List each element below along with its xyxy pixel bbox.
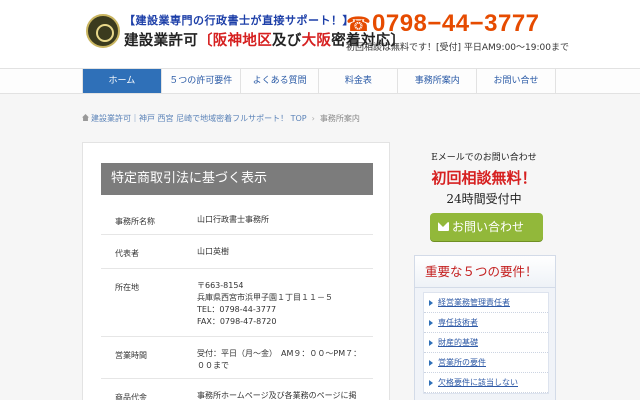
breadcrumb-separator: › — [311, 114, 315, 123]
section-title: 特定商取引法に基づく表示 — [101, 163, 373, 195]
row-label: 営業時間 — [115, 351, 147, 360]
chevron-right-icon — [429, 320, 433, 326]
breadcrumb-home-link[interactable]: 建設業許可｜神戸 西宮 尼崎で地域密着フルサポート！ TOP — [91, 114, 307, 123]
main-content: 特定商取引法に基づく表示 事務所名称 山口行政書士事務所 代表者 山口英樹 所在… — [82, 142, 390, 400]
sidebar-hours-label: 24時間受付中 — [446, 192, 522, 206]
chevron-right-icon — [429, 300, 433, 306]
table-row: 所在地 〒663-8154 兵庫県西宮市浜甲子園１丁目１１－５ TEL：0798… — [101, 269, 373, 337]
chevron-right-icon — [429, 360, 433, 366]
sidebar-free-label: 初回相談無料！ — [431, 169, 537, 187]
requirements-title: 重要な５つの要件！ — [415, 256, 555, 288]
requirement-link[interactable]: 欠格要件に該当しない — [424, 373, 548, 393]
header-tel-note: 初回相談は無料です！[受付] 平日AM9:00～19:00まで — [346, 43, 569, 53]
requirements-list: 経営業務管理責任者 専任技術者 財産的基礎 営業所の要件 欠格要件に該当しない — [423, 292, 549, 394]
requirement-label: 財産的基礎 — [438, 338, 478, 347]
phone-icon: ☎ — [346, 12, 371, 36]
row-value: 山口英樹 — [197, 246, 229, 258]
page: 【建設業専門の行政書士が直接サポート！】 建設業許可〔阪神地区及び大阪密着対応〕… — [0, 0, 640, 400]
row-value-line: 兵庫県西宮市浜甲子園１丁目１１－５ — [197, 293, 333, 302]
requirement-label: 専任技術者 — [438, 318, 478, 327]
mail-icon — [438, 222, 449, 231]
nav-item-contact[interactable]: お問い合せ — [477, 69, 556, 93]
row-value-line: TEL：0798-44-3777 — [197, 305, 277, 314]
info-table: 事務所名称 山口行政書士事務所 代表者 山口英樹 所在地 〒663-8154 兵… — [101, 205, 373, 400]
table-row: 営業時間 受付：平日（月～金） AM９：００～PM７： ００まで — [101, 337, 373, 379]
row-value-line: 〒663-8154 — [197, 281, 244, 290]
logo-emblem-icon[interactable] — [86, 14, 120, 48]
requirement-link[interactable]: 専任技術者 — [424, 313, 548, 333]
nav-item-office[interactable]: 事務所案内 — [398, 69, 478, 93]
nav-item-home[interactable]: ホーム — [82, 69, 162, 93]
nav-item-requirements[interactable]: ５つの許可要件 — [162, 69, 241, 93]
row-value-line: 事務所ホームページ及び各業務のページに掲 — [197, 391, 357, 400]
table-row: 商品代金 事務所ホームページ及び各業務のページに掲 — [101, 379, 373, 400]
requirement-link[interactable]: 財産的基礎 — [424, 333, 548, 353]
requirement-link[interactable]: 経営業務管理責任者 — [424, 293, 548, 313]
row-label: 所在地 — [115, 283, 139, 292]
requirements-box: 重要な５つの要件！ 経営業務管理責任者 専任技術者 財産的基礎 営業所の要件 欠… — [414, 255, 556, 400]
row-value-line: ００まで — [197, 361, 229, 370]
row-value-line: 受付：平日（月～金） AM９：００～PM７： — [197, 349, 362, 358]
chevron-right-icon — [429, 340, 433, 346]
breadcrumb: 建設業許可｜神戸 西宮 尼崎で地域密着フルサポート！ TOP › 事務所案内 — [82, 113, 360, 124]
table-row: 代表者 山口英樹 — [101, 235, 373, 269]
chevron-right-icon — [429, 380, 433, 386]
row-value: 受付：平日（月～金） AM９：００～PM７： ００まで — [197, 348, 361, 372]
site-title-highlight-1: 〔阪神地区 — [198, 33, 272, 49]
site-title-highlight-2: 大阪 — [301, 33, 332, 49]
requirement-link[interactable]: 営業所の要件 — [424, 353, 548, 373]
global-nav: ホーム ５つの許可要件 よくある質問 料金表 事務所案内 お問い合せ — [0, 68, 640, 94]
row-value: 山口行政書士事務所 — [197, 214, 269, 226]
site-title-prefix: 建設業許可 — [124, 33, 198, 49]
site-title-middle: 及び — [272, 33, 302, 49]
row-label: 代表者 — [115, 249, 139, 258]
breadcrumb-current: 事務所案内 — [319, 114, 360, 123]
row-value-line: 山口英樹 — [197, 247, 229, 256]
global-nav-items: ホーム ５つの許可要件 よくある質問 料金表 事務所案内 お問い合せ — [82, 69, 556, 93]
requirement-label: 営業所の要件 — [438, 358, 486, 367]
contact-button[interactable]: お問い合わせ — [430, 213, 543, 241]
row-value: 〒663-8154 兵庫県西宮市浜甲子園１丁目１１－５ TEL：0798-44-… — [197, 280, 333, 328]
nav-item-faq[interactable]: よくある質問 — [241, 69, 320, 93]
row-label: 商品代金 — [115, 393, 147, 400]
requirement-label: 欠格要件に該当しない — [438, 378, 518, 387]
contact-button-label: お問い合わせ — [452, 220, 525, 234]
row-value-line: 山口行政書士事務所 — [197, 215, 269, 224]
table-row: 事務所名称 山口行政書士事務所 — [101, 205, 373, 235]
site-header: 【建設業専門の行政書士が直接サポート！】 建設業許可〔阪神地区及び大阪密着対応〕… — [0, 0, 640, 68]
row-label: 事務所名称 — [115, 217, 155, 226]
header-tel-number[interactable]: 0798−44−3777 — [372, 10, 540, 38]
row-value: 事務所ホームページ及び各業務のページに掲 — [197, 390, 356, 400]
home-icon — [82, 114, 89, 121]
row-value-line: FAX：0798-47-8720 — [197, 317, 277, 326]
nav-item-pricing[interactable]: 料金表 — [319, 69, 399, 93]
header-tagline: 【建設業専門の行政書士が直接サポート！】 — [124, 14, 354, 27]
sidebar-mail-label: Eメールでのお問い合わせ — [431, 153, 537, 163]
requirement-label: 経営業務管理責任者 — [438, 298, 510, 307]
